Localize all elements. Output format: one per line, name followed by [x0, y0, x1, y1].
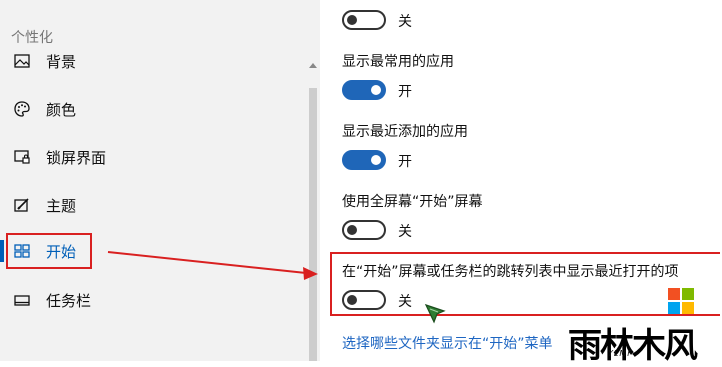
watermark-subtext: YLMF: [608, 349, 633, 358]
mouse-cursor-icon: [424, 303, 446, 324]
watermark-text: 雨林木风: [568, 326, 698, 366]
